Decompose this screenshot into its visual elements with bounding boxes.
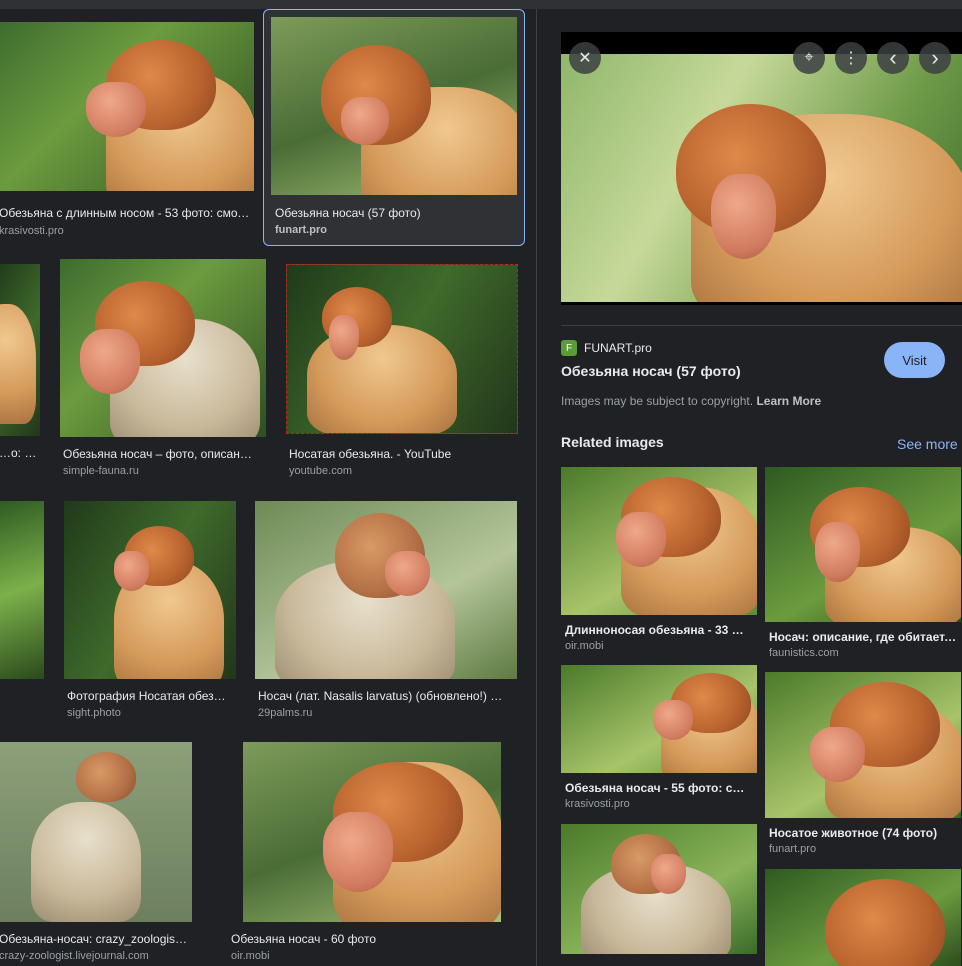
related-images-heading: Related images [561,434,664,450]
result-caption: Обезьяна-носач: crazy_zoologist — Li… [0,932,189,946]
preview-image [561,54,962,302]
related-source: faunistics.com [769,647,839,659]
result-thumbnail [243,742,501,922]
result-thumbnail [60,259,266,437]
image-result[interactable]: Носач (лат. Nasalis larvatus) (обновлено… [255,501,517,721]
related-source: funart.pro [769,843,817,855]
result-caption: Обезьяна носач (57 фото) [275,206,421,220]
site-favicon-icon: F [561,340,577,356]
result-source: funart.pro [275,224,327,236]
image-result[interactable]: …о: см… [0,264,40,479]
lens-button[interactable]: ⌖ [793,42,825,74]
result-thumbnail [286,264,518,434]
lens-icon: ⌖ [804,49,814,66]
result-caption: Обезьяна носач – фото, описан… [63,447,252,461]
image-result-selected[interactable]: Обезьяна носач (57 фото) funart.pro [263,9,525,246]
next-button[interactable]: › [919,42,951,74]
result-caption: Обезьяна носач - 60 фото [231,932,376,946]
result-caption: …о: см… [0,446,37,460]
result-source: oir.mobi [231,950,270,962]
result-caption: Фотография Носатая обез… [67,689,226,703]
related-image[interactable] [561,824,757,962]
related-caption: Обезьяна носач - 55 фото: смо… [565,781,753,795]
image-result[interactable]: Фотография Носатая обез… sight.photo [64,501,236,721]
preview-image-frame[interactable]: ✕ ⌖ ⋮ ‹ › [561,32,962,305]
more-options-button[interactable]: ⋮ [835,42,867,74]
visit-button[interactable]: Visit [884,342,945,378]
close-icon: ✕ [578,50,592,67]
result-thumbnail [0,742,192,922]
result-thumbnail [0,264,40,436]
result-source: sight.photo [67,707,121,719]
related-thumbnail [765,672,961,818]
result-thumbnail [255,501,517,679]
copyright-notice: Images may be subject to copyright. Lear… [561,394,821,408]
result-thumbnail [0,501,44,679]
result-source: youtube.com [289,465,352,477]
previous-button[interactable]: ‹ [877,42,909,74]
related-image[interactable]: Носатое животное (74 фото) funart.pro [765,672,961,855]
result-caption: Носатая обезьяна. - YouTube [289,447,452,461]
related-source: oir.mobi [565,640,604,652]
related-caption: Носач: описание, где обитает, … [769,630,957,644]
related-thumbnail [561,824,757,954]
related-image[interactable]: Носач: описание, где обитает, … faunisti… [765,467,961,659]
result-source: simple-fauna.ru [63,465,139,477]
chevron-left-icon: ‹ [889,45,897,70]
learn-more-link[interactable]: Learn More [756,394,821,408]
see-more-link[interactable]: See more [897,436,958,452]
copyright-text: Images may be subject to copyright. [561,394,754,408]
related-image[interactable]: Длинноносая обезьяна - 33 фо… oir.mobi [561,467,757,652]
preview-panel: ✕ ⌖ ⋮ ‹ › F FUNART.pro Обезьяна носач (5… [537,9,962,966]
preview-title[interactable]: Обезьяна носач (57 фото) [561,363,741,379]
result-thumbnail [0,22,254,191]
image-result[interactable]: Обезьяна носач – фото, описан… simple-fa… [60,259,266,479]
related-thumbnail [765,869,961,966]
image-result[interactable]: Носатая обезьяна. - YouTube youtube.com [286,264,518,479]
separator [561,325,962,326]
more-vert-icon: ⋮ [843,50,859,67]
related-image[interactable] [765,869,961,966]
related-thumbnail [561,665,757,773]
image-result[interactable]: Обезьяна с длинным носом - 53 фото: смот… [0,22,254,242]
related-caption: Длинноносая обезьяна - 33 фо… [565,623,753,637]
related-image[interactable]: Обезьяна носач - 55 фото: смо… krasivost… [561,665,757,810]
related-thumbnail [765,467,961,622]
image-result[interactable] [0,501,44,721]
close-button[interactable]: ✕ [569,42,601,74]
result-source: 29palms.ru [258,707,313,719]
chevron-right-icon: › [931,45,939,70]
result-source: krasivosti.pro [0,225,64,237]
image-result[interactable]: Обезьяна-носач: crazy_zoologist — Li… cr… [0,742,192,966]
result-caption: Носач (лат. Nasalis larvatus) (обновлено… [258,689,503,703]
image-result[interactable]: Обезьяна носач - 60 фото oir.mobi [231,742,501,966]
result-caption: Обезьяна с длинным носом - 53 фото: смот… [0,206,251,220]
image-results-grid: Обезьяна с длинным носом - 53 фото: смот… [0,9,536,966]
result-thumbnail [64,501,236,679]
result-thumbnail [271,17,517,195]
result-source: crazy-zoologist.livejournal.com [0,950,149,962]
site-name: FUNART.pro [584,341,652,355]
related-source: krasivosti.pro [565,798,630,810]
related-caption: Носатое животное (74 фото) [769,826,938,840]
related-thumbnail [561,467,757,615]
top-bar [0,0,962,9]
site-info[interactable]: F FUNART.pro [561,340,652,356]
